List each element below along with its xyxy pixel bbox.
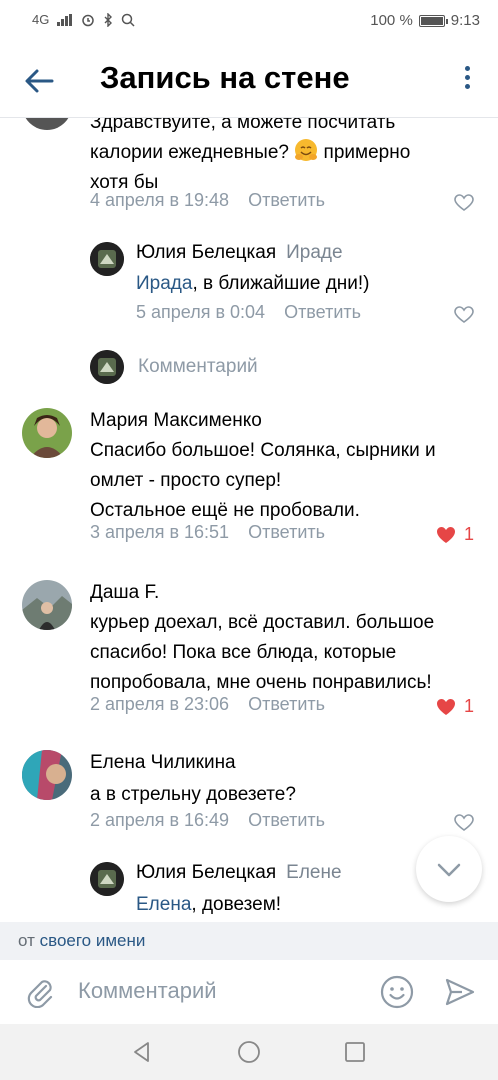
heart-outline-icon[interactable] (454, 306, 474, 324)
comment-meta: 2 апреля в 16:49 Ответить (90, 810, 325, 831)
reply-button[interactable]: Ответить (284, 302, 361, 322)
comment-text: а в стрельну довезете? (90, 784, 296, 805)
post-as-bar: от своего имени (0, 922, 498, 960)
scroll-down-button[interactable] (416, 836, 482, 902)
comment-input[interactable]: Комментарий (78, 978, 217, 1004)
signal-icon (57, 13, 73, 26)
comment-meta: 2 апреля в 23:06 Ответить (90, 694, 325, 715)
commenter-name[interactable]: Юлия Белецкая Елене (136, 862, 342, 884)
battery-icon (418, 14, 448, 27)
back-arrow-icon[interactable] (22, 64, 56, 98)
battery-percent: 100 % (370, 12, 413, 29)
like-button[interactable]: 1 (436, 524, 474, 545)
heart-filled-icon (436, 698, 455, 715)
bluetooth-icon (104, 12, 113, 27)
comment-date: 4 апреля в 19:48 (90, 190, 230, 210)
send-icon[interactable] (444, 976, 476, 1008)
comment-date: 3 апреля в 16:51 (90, 522, 230, 542)
comment-text: Спасибо большое! Солянка, сырники и омле… (90, 440, 436, 521)
reply-button[interactable]: Ответить (248, 694, 325, 714)
heart-filled-icon (436, 526, 455, 543)
comment-text: Ирада, в ближайшие дни!) (136, 273, 370, 294)
comment-meta: 5 апреля в 0:04 Ответить (136, 302, 361, 323)
like-count: 1 (463, 524, 474, 544)
app-header: Запись на стене (0, 44, 498, 118)
avatar[interactable] (90, 242, 124, 276)
avatar[interactable] (22, 408, 72, 458)
nav-recents-icon[interactable] (343, 1040, 367, 1064)
heart-outline-icon[interactable] (454, 814, 474, 832)
comment-composer: Комментарий (0, 960, 498, 1024)
avatar[interactable] (90, 862, 124, 896)
commenter-name[interactable]: Юлия Белецкая Ираде (136, 242, 343, 264)
commenter-name[interactable]: Елена Чиликина (90, 752, 236, 774)
comment-date: 2 апреля в 16:49 (90, 810, 230, 830)
comment-date: 5 апреля в 0:04 (136, 302, 266, 322)
comment-date: 2 апреля в 23:06 (90, 694, 230, 714)
comment-meta: 4 апреля в 19:48 Ответить (90, 190, 325, 211)
page-title: Запись на стене (100, 60, 350, 95)
system-nav-bar (0, 1024, 498, 1080)
status-bar: 4G 100 % 9:13 (0, 0, 498, 44)
network-indicator: 4G (32, 12, 50, 27)
nav-home-icon[interactable] (237, 1040, 261, 1064)
battery-fill (420, 16, 443, 25)
avatar[interactable] (22, 750, 72, 800)
reply-button[interactable]: Ответить (248, 190, 325, 210)
post-as-selector[interactable]: своего имени (40, 931, 146, 950)
avatar[interactable] (22, 118, 72, 130)
mention-link[interactable]: Елена (136, 894, 191, 915)
emoji-icon[interactable] (380, 975, 414, 1009)
hugging-face-emoji-icon (295, 139, 318, 161)
mention-link[interactable]: Ирада (136, 273, 192, 294)
alarm-icon (82, 14, 95, 26)
reply-input[interactable]: Комментарий (138, 356, 258, 378)
reply-button[interactable]: Ответить (248, 810, 325, 830)
comment-text: курьер доехал, всё доставил. большое спа… (90, 612, 435, 693)
paperclip-icon[interactable] (24, 976, 56, 1008)
clock: 9:13 (450, 12, 480, 29)
status-left: 4G (32, 12, 135, 27)
like-count: 1 (463, 696, 474, 716)
heart-outline-icon[interactable] (454, 194, 474, 212)
chevron-down-icon (437, 863, 461, 877)
search-icon (122, 13, 135, 27)
more-options-icon[interactable] (462, 66, 472, 96)
comment-text: Здравствуйте, а можете посчитать калории… (90, 118, 411, 193)
commenter-name[interactable]: Даша F. (90, 582, 159, 604)
comments-list[interactable]: Здравствуйте, а можете посчитать калории… (0, 118, 498, 922)
comment-text: Елена, довезем! (136, 894, 282, 915)
commenter-name[interactable]: Мария Максименко (90, 410, 262, 432)
status-right: 100 % 9:13 (370, 12, 480, 29)
comment-meta: 3 апреля в 16:51 Ответить (90, 522, 325, 543)
reply-button[interactable]: Ответить (248, 522, 325, 542)
avatar[interactable] (22, 580, 72, 630)
nav-back-icon[interactable] (130, 1040, 154, 1064)
like-button[interactable]: 1 (436, 696, 474, 717)
avatar (90, 350, 124, 384)
